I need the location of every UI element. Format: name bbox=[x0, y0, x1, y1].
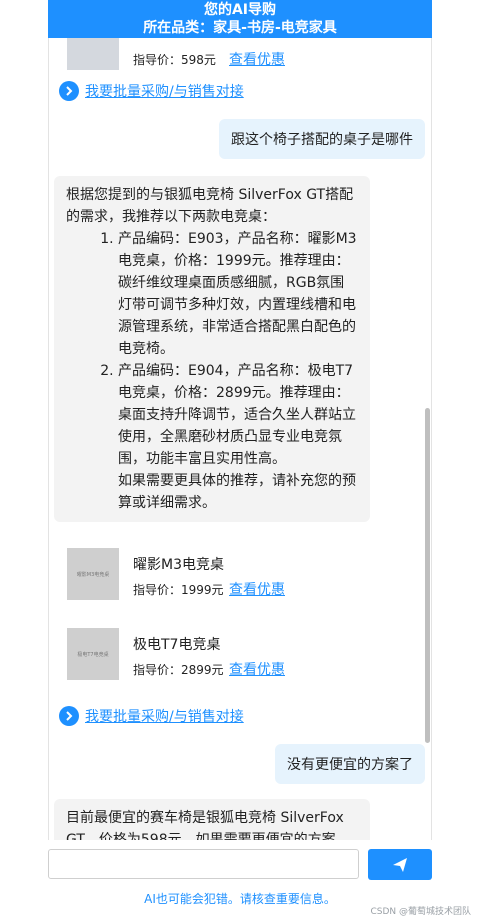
assistant-message: 根据您提到的与银狐电竞椅 SilverFox GT搭配的需求，我推荐以下两款电竞… bbox=[54, 176, 370, 522]
product-card[interactable]: 极电T7电竞桌 极电T7电竞桌 指导价：2899元 查看优惠 bbox=[67, 628, 387, 682]
product-card[interactable]: 曜影M3电竞桌 曜影M3电竞桌 指导价：1999元 查看优惠 bbox=[67, 548, 387, 602]
product-thumbnail bbox=[67, 38, 119, 70]
chevron-right-icon bbox=[59, 81, 79, 101]
view-deal-link[interactable]: 查看优惠 bbox=[229, 579, 285, 599]
user-message: 没有更便宜的方案了 bbox=[275, 744, 425, 784]
view-deal-link[interactable]: 查看优惠 bbox=[229, 49, 285, 69]
product-card-previous: 指导价：598元 查看优惠 bbox=[67, 38, 387, 72]
product-price: 指导价：2899元 bbox=[133, 663, 224, 677]
product-name: 曜影M3电竞桌 bbox=[133, 557, 224, 573]
right-border bbox=[431, 0, 432, 840]
recommendation-list: 产品编码：E903，产品名称：曜影M3电竞桌，价格：1999元。推荐理由：碳纤维… bbox=[66, 228, 358, 470]
bulk-purchase-label[interactable]: 我要批量采购/与销售对接 bbox=[85, 81, 244, 101]
view-deal-link[interactable]: 查看优惠 bbox=[229, 659, 285, 679]
assistant-outro: 如果需要更具体的推荐，请补充您的预算或详细需求。 bbox=[118, 473, 356, 511]
bulk-purchase-link[interactable]: 我要批量采购/与销售对接 bbox=[59, 705, 244, 727]
recommendation-item: 产品编码：E903，产品名称：曜影M3电竞桌，价格：1999元。推荐理由：碳纤维… bbox=[118, 228, 358, 360]
product-name: 极电T7电竞桌 bbox=[133, 637, 221, 653]
header-title: 您的AI导购 bbox=[203, 2, 277, 18]
send-button[interactable] bbox=[368, 849, 432, 880]
watermark: CSDN @葡萄城技术团队 bbox=[370, 907, 471, 917]
chat-header: 您的AI导购 所在品类：家具-书房-电竞家具 bbox=[48, 0, 432, 38]
product-price: 指导价：1999元 bbox=[133, 583, 224, 597]
assistant-intro: 根据您提到的与银狐电竞椅 SilverFox GT搭配的需求，我推荐以下两款电竞… bbox=[66, 187, 354, 225]
recommendation-item: 产品编码：E904，产品名称：极电T7电竞桌，价格：2899元。推荐理由：桌面支… bbox=[118, 360, 358, 470]
bulk-purchase-link[interactable]: 我要批量采购/与销售对接 bbox=[59, 80, 244, 102]
bulk-purchase-label[interactable]: 我要批量采购/与销售对接 bbox=[85, 706, 244, 726]
chevron-right-icon bbox=[59, 706, 79, 726]
send-icon bbox=[393, 857, 407, 872]
product-thumbnail: 极电T7电竞桌 bbox=[67, 628, 119, 680]
assistant-message: 目前最便宜的赛车椅是银狐电竞椅 SilverFox GT，价格为598元。如果需… bbox=[54, 799, 370, 840]
message-input[interactable] bbox=[48, 849, 359, 879]
scrollbar[interactable] bbox=[425, 408, 430, 743]
chat-messages[interactable]: 指导价：598元 查看优惠 我要批量采购/与销售对接 跟这个椅子搭配的桌子是哪件… bbox=[49, 38, 431, 840]
user-message: 跟这个椅子搭配的桌子是哪件 bbox=[219, 119, 425, 159]
header-category: 所在品类：家具-书房-电竞家具 bbox=[143, 20, 337, 36]
product-thumbnail: 曜影M3电竞桌 bbox=[67, 548, 119, 600]
product-price: 指导价：598元 bbox=[133, 53, 216, 67]
